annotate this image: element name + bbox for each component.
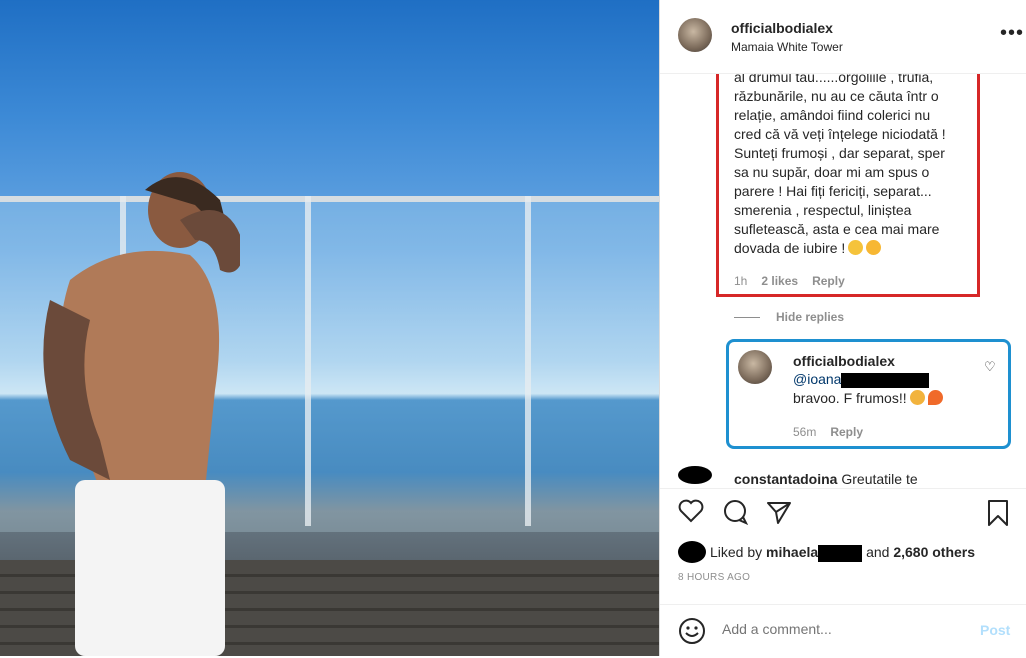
- add-comment-row: Post: [660, 604, 1026, 658]
- likes-and: and: [866, 544, 890, 560]
- action-area: Liked by mihaela and 2,680 others 8 HOUR…: [660, 488, 1026, 657]
- reply-text-line: bravoo. F frumos!!: [793, 389, 943, 408]
- comment-line: al drumul tău......orgoliile , trufia,: [734, 74, 934, 85]
- avatar[interactable]: [678, 18, 712, 52]
- likes-line: Liked by mihaela and 2,680 others: [678, 541, 975, 563]
- post-username[interactable]: officialbodialex: [731, 20, 833, 36]
- hide-replies-label: Hide replies: [776, 310, 845, 324]
- liked-by-prefix: Liked by: [710, 544, 763, 560]
- comment-line: parere ! Hai fiți fericiți, separat...: [734, 183, 932, 199]
- comment-line: cred că vă veți înțelege niciodată !: [734, 126, 946, 142]
- comment2-text: Greutatile te: [841, 471, 918, 487]
- railing-post: [305, 196, 311, 526]
- comment-line: Sunteți frumoși , dar separat, sper: [734, 145, 945, 161]
- save-bookmark-icon[interactable]: [986, 499, 1010, 534]
- fire-emoji-icon: [927, 390, 943, 405]
- redacted-block: [818, 544, 863, 562]
- hide-replies-button[interactable]: Hide replies: [734, 310, 844, 324]
- reply-button[interactable]: Reply: [830, 425, 863, 439]
- reply-time[interactable]: 56m: [793, 425, 816, 439]
- reply-meta: 56m Reply: [793, 425, 877, 439]
- comment-line: relație, amândoi fiind colerici nu: [734, 107, 931, 123]
- reply-button[interactable]: Reply: [812, 274, 845, 288]
- more-options-icon[interactable]: •••: [1000, 22, 1024, 45]
- reply-mention-line: @ioana: [793, 370, 930, 389]
- kissing-emoji-icon: [866, 240, 882, 255]
- reply-username[interactable]: officialbodialex: [793, 353, 895, 369]
- liker-username[interactable]: mihaela: [766, 544, 818, 560]
- praying-emoji-icon: [909, 390, 925, 405]
- post-photo[interactable]: [0, 0, 659, 656]
- comment-line: smerenia , respectul, liniștea: [734, 202, 912, 218]
- add-comment-input[interactable]: [722, 621, 962, 637]
- comment-line: sufletească, asta e cea mai mare: [734, 221, 940, 237]
- comment2-username[interactable]: constantadoina: [734, 471, 837, 487]
- comments-list[interactable]: al drumul tău......orgoliile , trufia, r…: [660, 74, 1026, 488]
- comment-likes[interactable]: 2 likes: [761, 274, 798, 288]
- comment-meta: 1h 2 likes Reply: [734, 274, 859, 288]
- mention-link[interactable]: @ioana: [793, 371, 841, 387]
- like-comment-heart-icon[interactable]: ♡: [984, 359, 996, 375]
- share-send-icon[interactable]: [766, 499, 792, 532]
- comment-line-last: dovada de iubire !: [734, 240, 846, 256]
- emoji-picker-icon[interactable]: [678, 617, 706, 650]
- comment-line: dovada de iubire !: [734, 239, 984, 258]
- redacted-block: [841, 372, 930, 388]
- likes-count[interactable]: 2,680 others: [893, 544, 975, 560]
- reply-avatar[interactable]: [738, 350, 772, 384]
- comment-line: sa nu supăr, doar mi am spus o: [734, 164, 930, 180]
- reply-text: bravoo. F frumos!!: [793, 390, 907, 406]
- post-timestamp[interactable]: 8 HOURS AGO: [678, 572, 750, 583]
- post-location[interactable]: Mamaia White Tower: [731, 40, 843, 54]
- post-header: officialbodialex Mamaia White Tower •••: [660, 0, 1026, 74]
- comment-time[interactable]: 1h: [734, 274, 747, 288]
- comment-line: răzbunările, nu au ce căuta într o: [734, 88, 939, 104]
- divider-line: [734, 317, 760, 319]
- man-figure: [43, 172, 240, 656]
- commenter-avatar-redacted[interactable]: [678, 466, 712, 484]
- railing-post: [525, 196, 531, 526]
- comment-bubble-icon[interactable]: [722, 499, 749, 532]
- comment-text: al drumul tău......orgoliile , trufia, r…: [734, 74, 984, 258]
- comment2-line: constantadoina Greutatile te: [734, 470, 918, 488]
- liker-avatar-redacted: [678, 541, 706, 563]
- post-comment-button[interactable]: Post: [980, 622, 1010, 638]
- post-detail-panel: officialbodialex Mamaia White Tower ••• …: [659, 0, 1026, 656]
- smiling-emoji-icon: [848, 240, 864, 255]
- like-heart-icon[interactable]: [678, 499, 704, 530]
